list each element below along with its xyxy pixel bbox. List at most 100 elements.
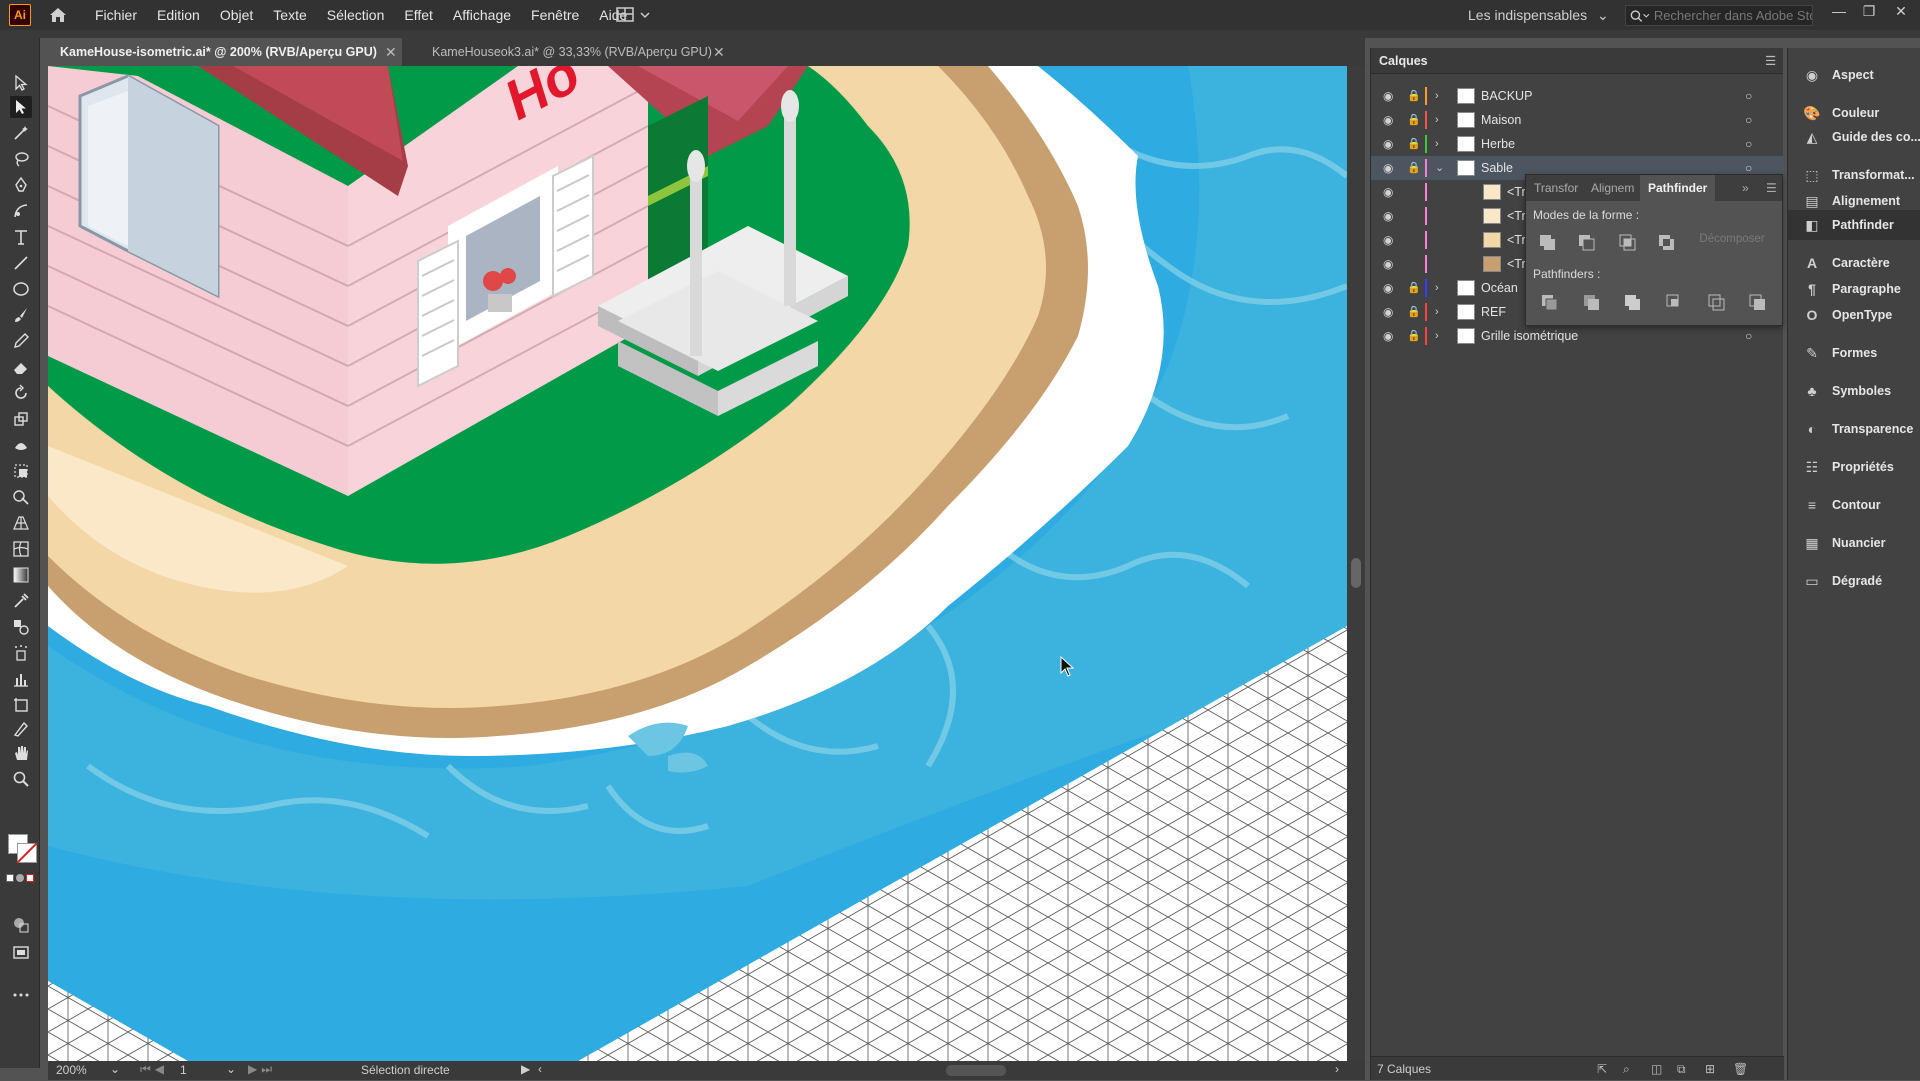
tab-kamehouse-isometric[interactable]: KameHouse-isometric.ai* @ 200% (RVB/Aper… [40, 38, 402, 66]
visibility-eye-icon[interactable]: ◉ [1383, 276, 1393, 300]
chevron-right-icon[interactable]: › [1435, 108, 1439, 132]
mesh-tool-icon[interactable] [10, 538, 32, 560]
dock-opentype[interactable]: O OpenType [1788, 300, 1920, 330]
draw-mode-icon[interactable] [10, 914, 32, 936]
target-circle-icon[interactable]: ○ [1745, 108, 1752, 132]
hand-tool-icon[interactable] [10, 742, 32, 764]
slice-tool-icon[interactable] [10, 718, 32, 740]
menu-objet[interactable]: Objet [210, 0, 263, 30]
visibility-eye-icon[interactable]: ◉ [1383, 324, 1393, 348]
zoom-level[interactable]: 200% [56, 1063, 87, 1077]
locate-object-icon[interactable]: ⌕ [1623, 1057, 1630, 1081]
more-tools-icon[interactable] [10, 984, 32, 1006]
dock-color-guide[interactable]: ◭ Guide des co... [1788, 122, 1920, 152]
screen-mode-icon[interactable] [10, 942, 32, 964]
visibility-eye-icon[interactable]: ◉ [1383, 84, 1393, 108]
close-tab-icon[interactable]: ✕ [713, 38, 725, 66]
stock-search-input[interactable]: Rechercher dans Adobe Stock [1625, 5, 1813, 26]
layer-name[interactable]: <Tr [1507, 252, 1526, 276]
crop-icon[interactable] [1665, 293, 1685, 311]
scroll-left-icon[interactable]: ‹ [538, 1062, 542, 1076]
layer-row[interactable]: ◉ 🔒 › BACKUP ○ [1371, 84, 1784, 108]
lock-icon[interactable]: 🔒 [1407, 156, 1421, 180]
scale-tool-icon[interactable] [10, 408, 32, 430]
visibility-eye-icon[interactable]: ◉ [1383, 300, 1393, 324]
layer-row[interactable]: ◉ 🔒 › Maison ○ [1371, 108, 1784, 132]
restore-icon[interactable]: ❐ [1854, 0, 1884, 22]
vertical-scrollbar[interactable] [1347, 66, 1365, 1061]
menu-affichage[interactable]: Affichage [443, 0, 521, 30]
paintbrush-tool-icon[interactable] [10, 304, 32, 326]
menu-edition[interactable]: Edition [147, 0, 210, 30]
menu-fichier[interactable]: Fichier [85, 0, 147, 30]
chevron-right-icon[interactable]: › [1435, 276, 1439, 300]
layer-name[interactable]: Grille isométrique [1481, 324, 1578, 348]
layer-name[interactable]: Herbe [1481, 132, 1515, 156]
dock-gradient[interactable]: ▭ Dégradé [1788, 566, 1920, 596]
tab-kamehouseok3[interactable]: KameHouseok3.ai* @ 33,33% (RVB/Aperçu GP… [412, 38, 752, 66]
visibility-eye-icon[interactable]: ◉ [1383, 132, 1393, 156]
outline-icon[interactable] [1707, 293, 1727, 311]
line-tool-icon[interactable] [10, 252, 32, 274]
dock-stroke[interactable]: ≡ Contour [1788, 490, 1920, 520]
artboard-tool-icon[interactable] [10, 694, 32, 716]
status-menu-icon[interactable]: ▶ [521, 1062, 530, 1076]
intersect-icon[interactable] [1618, 233, 1638, 251]
menu-fenetre[interactable]: Fenêtre [521, 0, 589, 30]
scroll-thumb[interactable] [1351, 558, 1361, 588]
warp-tool-icon[interactable] [10, 434, 32, 456]
trim-icon[interactable] [1582, 293, 1602, 311]
workspace-switcher[interactable]: Les indispensables ⌄ [1468, 0, 1609, 30]
lock-icon[interactable]: 🔒 [1407, 84, 1421, 108]
dock-properties[interactable]: ☷ Propriétés [1788, 452, 1920, 482]
lock-icon[interactable]: 🔒 [1407, 132, 1421, 156]
gradient-tool-icon[interactable] [10, 564, 32, 586]
layer-name[interactable]: Océan [1481, 276, 1518, 300]
artboard-prev-icon[interactable]: ⏮◀ [140, 1062, 168, 1077]
divide-icon[interactable] [1540, 293, 1560, 311]
new-layer-icon[interactable]: ⊞ [1705, 1057, 1715, 1081]
visibility-eye-icon[interactable]: ◉ [1383, 252, 1393, 276]
tab-align[interactable]: Alignem [1591, 175, 1634, 201]
layer-name[interactable]: REF [1481, 300, 1506, 324]
rotate-tool-icon[interactable] [10, 382, 32, 404]
minus-front-icon[interactable] [1577, 233, 1597, 251]
panel-menu-icon[interactable]: ☰ [1765, 48, 1776, 74]
layer-row[interactable]: ◉ 🔒 › Grille isométrique ○ [1371, 324, 1784, 348]
dock-pathfinder[interactable]: ◧ Pathfinder [1788, 210, 1920, 240]
chevron-right-icon[interactable]: › [1435, 324, 1439, 348]
artboard-canvas[interactable]: Ho [48, 66, 1347, 1061]
lock-icon[interactable]: 🔒 [1407, 300, 1421, 324]
layer-name[interactable]: BACKUP [1481, 84, 1532, 108]
lasso-tool-icon[interactable] [10, 148, 32, 170]
expand-button[interactable]: Décomposer [1688, 228, 1776, 250]
layer-name[interactable]: <Tr [1507, 204, 1526, 228]
minimize-icon[interactable]: — [1824, 0, 1854, 22]
color-mode-buttons[interactable] [6, 874, 38, 884]
artboard-next-icon[interactable]: ▶⏭ [248, 1062, 276, 1077]
new-sublayer-icon[interactable]: ⧉ [1677, 1057, 1686, 1081]
dock-swatches[interactable]: ▦ Nuancier [1788, 528, 1920, 558]
selection-tool-icon[interactable] [10, 72, 32, 94]
chevron-right-icon[interactable]: › [1435, 84, 1439, 108]
arrange-documents-icon[interactable] [616, 6, 652, 27]
dock-transparency[interactable]: ◐ Transparence [1788, 414, 1920, 444]
minus-back-icon[interactable] [1748, 293, 1768, 311]
type-tool-icon[interactable] [10, 226, 32, 248]
unite-icon[interactable] [1538, 233, 1558, 251]
pen-tool-icon[interactable] [10, 174, 32, 196]
pencil-tool-icon[interactable] [10, 330, 32, 352]
panel-menu-icon[interactable]: ☰ [1766, 175, 1777, 201]
menu-effet[interactable]: Effet [394, 0, 443, 30]
layer-name[interactable]: <Tr [1507, 180, 1526, 204]
magic-wand-tool-icon[interactable] [10, 122, 32, 144]
horizontal-scroll-thumb[interactable] [946, 1065, 1006, 1076]
dock-symbols[interactable]: ♣ Symboles [1788, 376, 1920, 406]
merge-icon[interactable] [1623, 293, 1643, 311]
artboard-number[interactable]: 1 [180, 1063, 187, 1077]
expand-panel-icon[interactable]: » [1742, 175, 1749, 201]
lock-icon[interactable]: 🔒 [1407, 108, 1421, 132]
home-icon[interactable] [47, 4, 69, 26]
visibility-eye-icon[interactable]: ◉ [1383, 228, 1393, 252]
exclude-icon[interactable] [1657, 233, 1677, 251]
